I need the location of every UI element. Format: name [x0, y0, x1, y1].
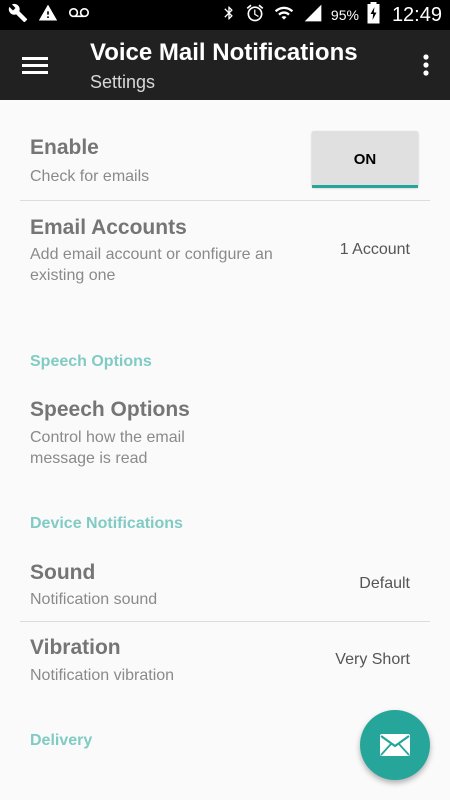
pref-email-accounts-value: 1 Account [339, 241, 410, 258]
enable-toggle[interactable]: ON [312, 131, 418, 187]
battery-percent: 95% [330, 7, 359, 23]
overflow-menu-button[interactable] [416, 50, 436, 80]
category-device-notifications: Device Notifications [30, 515, 183, 532]
pref-sound-value: Default [359, 575, 410, 592]
category-delivery: Delivery [30, 732, 93, 749]
email-icon [380, 734, 410, 756]
pref-speech-options[interactable]: Speech Options Control how the email mes… [0, 385, 450, 475]
pref-email-accounts-title: Email Accounts [30, 216, 187, 239]
pref-email-accounts[interactable]: Email Accounts Add email account or conf… [0, 201, 450, 301]
wrench-icon [8, 3, 28, 28]
pref-enable-summary: Check for emails [30, 168, 150, 185]
status-bar-right: 95% 12:49 [221, 1, 442, 29]
more-vert-icon [423, 54, 429, 76]
page-subtitle: Settings [90, 72, 156, 92]
category-speech-options: Speech Options [30, 353, 152, 370]
pref-vibration-title: Vibration [30, 636, 121, 659]
pref-vibration-summary: Notification vibration [30, 667, 175, 684]
warning-icon [38, 3, 58, 28]
pref-email-accounts-summary: Add email account or configure an existi… [30, 246, 273, 284]
status-bar: 95% 12:49 [0, 0, 450, 30]
toolbar-titles: Voice Mail Notifications Settings [90, 38, 358, 94]
pref-enable[interactable]: Enable Check for emails ON [0, 100, 450, 200]
pref-sound[interactable]: Sound Notification sound Default [0, 548, 450, 620]
pref-vibration-value: Very Short [335, 651, 410, 668]
wifi-icon [273, 3, 295, 28]
battery-charging-icon [367, 1, 380, 29]
pref-speech-options-title: Speech Options [30, 398, 190, 421]
pref-sound-summary: Notification sound [30, 591, 158, 608]
pref-sound-title: Sound [30, 561, 96, 584]
pref-vibration[interactable]: Vibration Notification vibration Very Sh… [0, 622, 450, 700]
pref-enable-title: Enable [30, 136, 99, 159]
compose-email-fab[interactable] [360, 710, 430, 780]
settings-list: Enable Check for emails ON Email Account… [0, 100, 450, 800]
app-toolbar: Voice Mail Notifications Settings [0, 30, 450, 100]
clock: 12:49 [391, 3, 442, 26]
pref-speech-options-summary: Control how the email message is read [30, 429, 185, 467]
voicemail-icon [68, 3, 90, 28]
nav-drawer-button[interactable] [16, 50, 54, 80]
status-bar-left [8, 3, 90, 28]
hamburger-menu-icon [22, 57, 48, 74]
enable-toggle-indicator [312, 185, 418, 188]
bluetooth-icon [221, 3, 237, 28]
signal-icon [303, 3, 323, 28]
page-title: Voice Mail Notifications [90, 39, 358, 66]
alarm-icon [245, 3, 265, 28]
